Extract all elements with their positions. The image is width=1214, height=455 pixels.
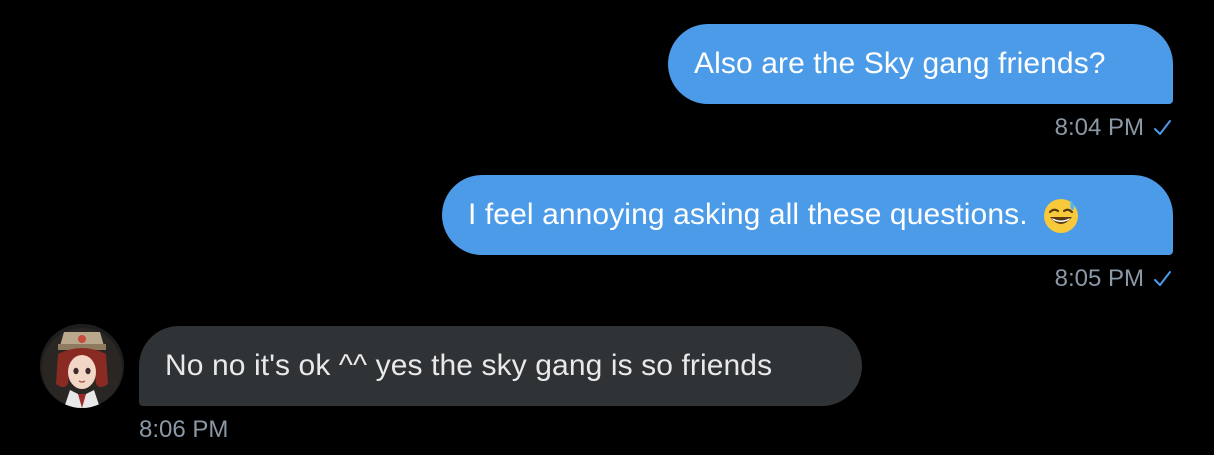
message-text: Also are the Sky gang friends? (694, 47, 1106, 80)
message-timestamp: 8:04 PM (1054, 114, 1144, 141)
message-text: No no it's ok ^^ yes the sky gang is so … (165, 349, 773, 382)
message-meta: 8:06 PM (139, 416, 228, 444)
checkmark-icon (1152, 118, 1172, 138)
message-timestamp: 8:05 PM (1054, 265, 1144, 292)
message-bubble-sent[interactable]: Also are the Sky gang friends? (668, 24, 1173, 104)
message-timestamp: 8:06 PM (139, 416, 229, 443)
checkmark-icon (1152, 269, 1172, 289)
grinning-sweat-emoji-icon (1042, 197, 1080, 235)
message-meta: 8:04 PM (1055, 114, 1172, 142)
message-meta: 8:05 PM (1055, 265, 1172, 293)
message-text: I feel annoying asking all these questio… (468, 198, 1028, 231)
user-avatar[interactable] (40, 324, 124, 408)
message-bubble-sent[interactable]: I feel annoying asking all these questio… (442, 175, 1173, 255)
message-bubble-received[interactable]: No no it's ok ^^ yes the sky gang is so … (139, 326, 862, 406)
